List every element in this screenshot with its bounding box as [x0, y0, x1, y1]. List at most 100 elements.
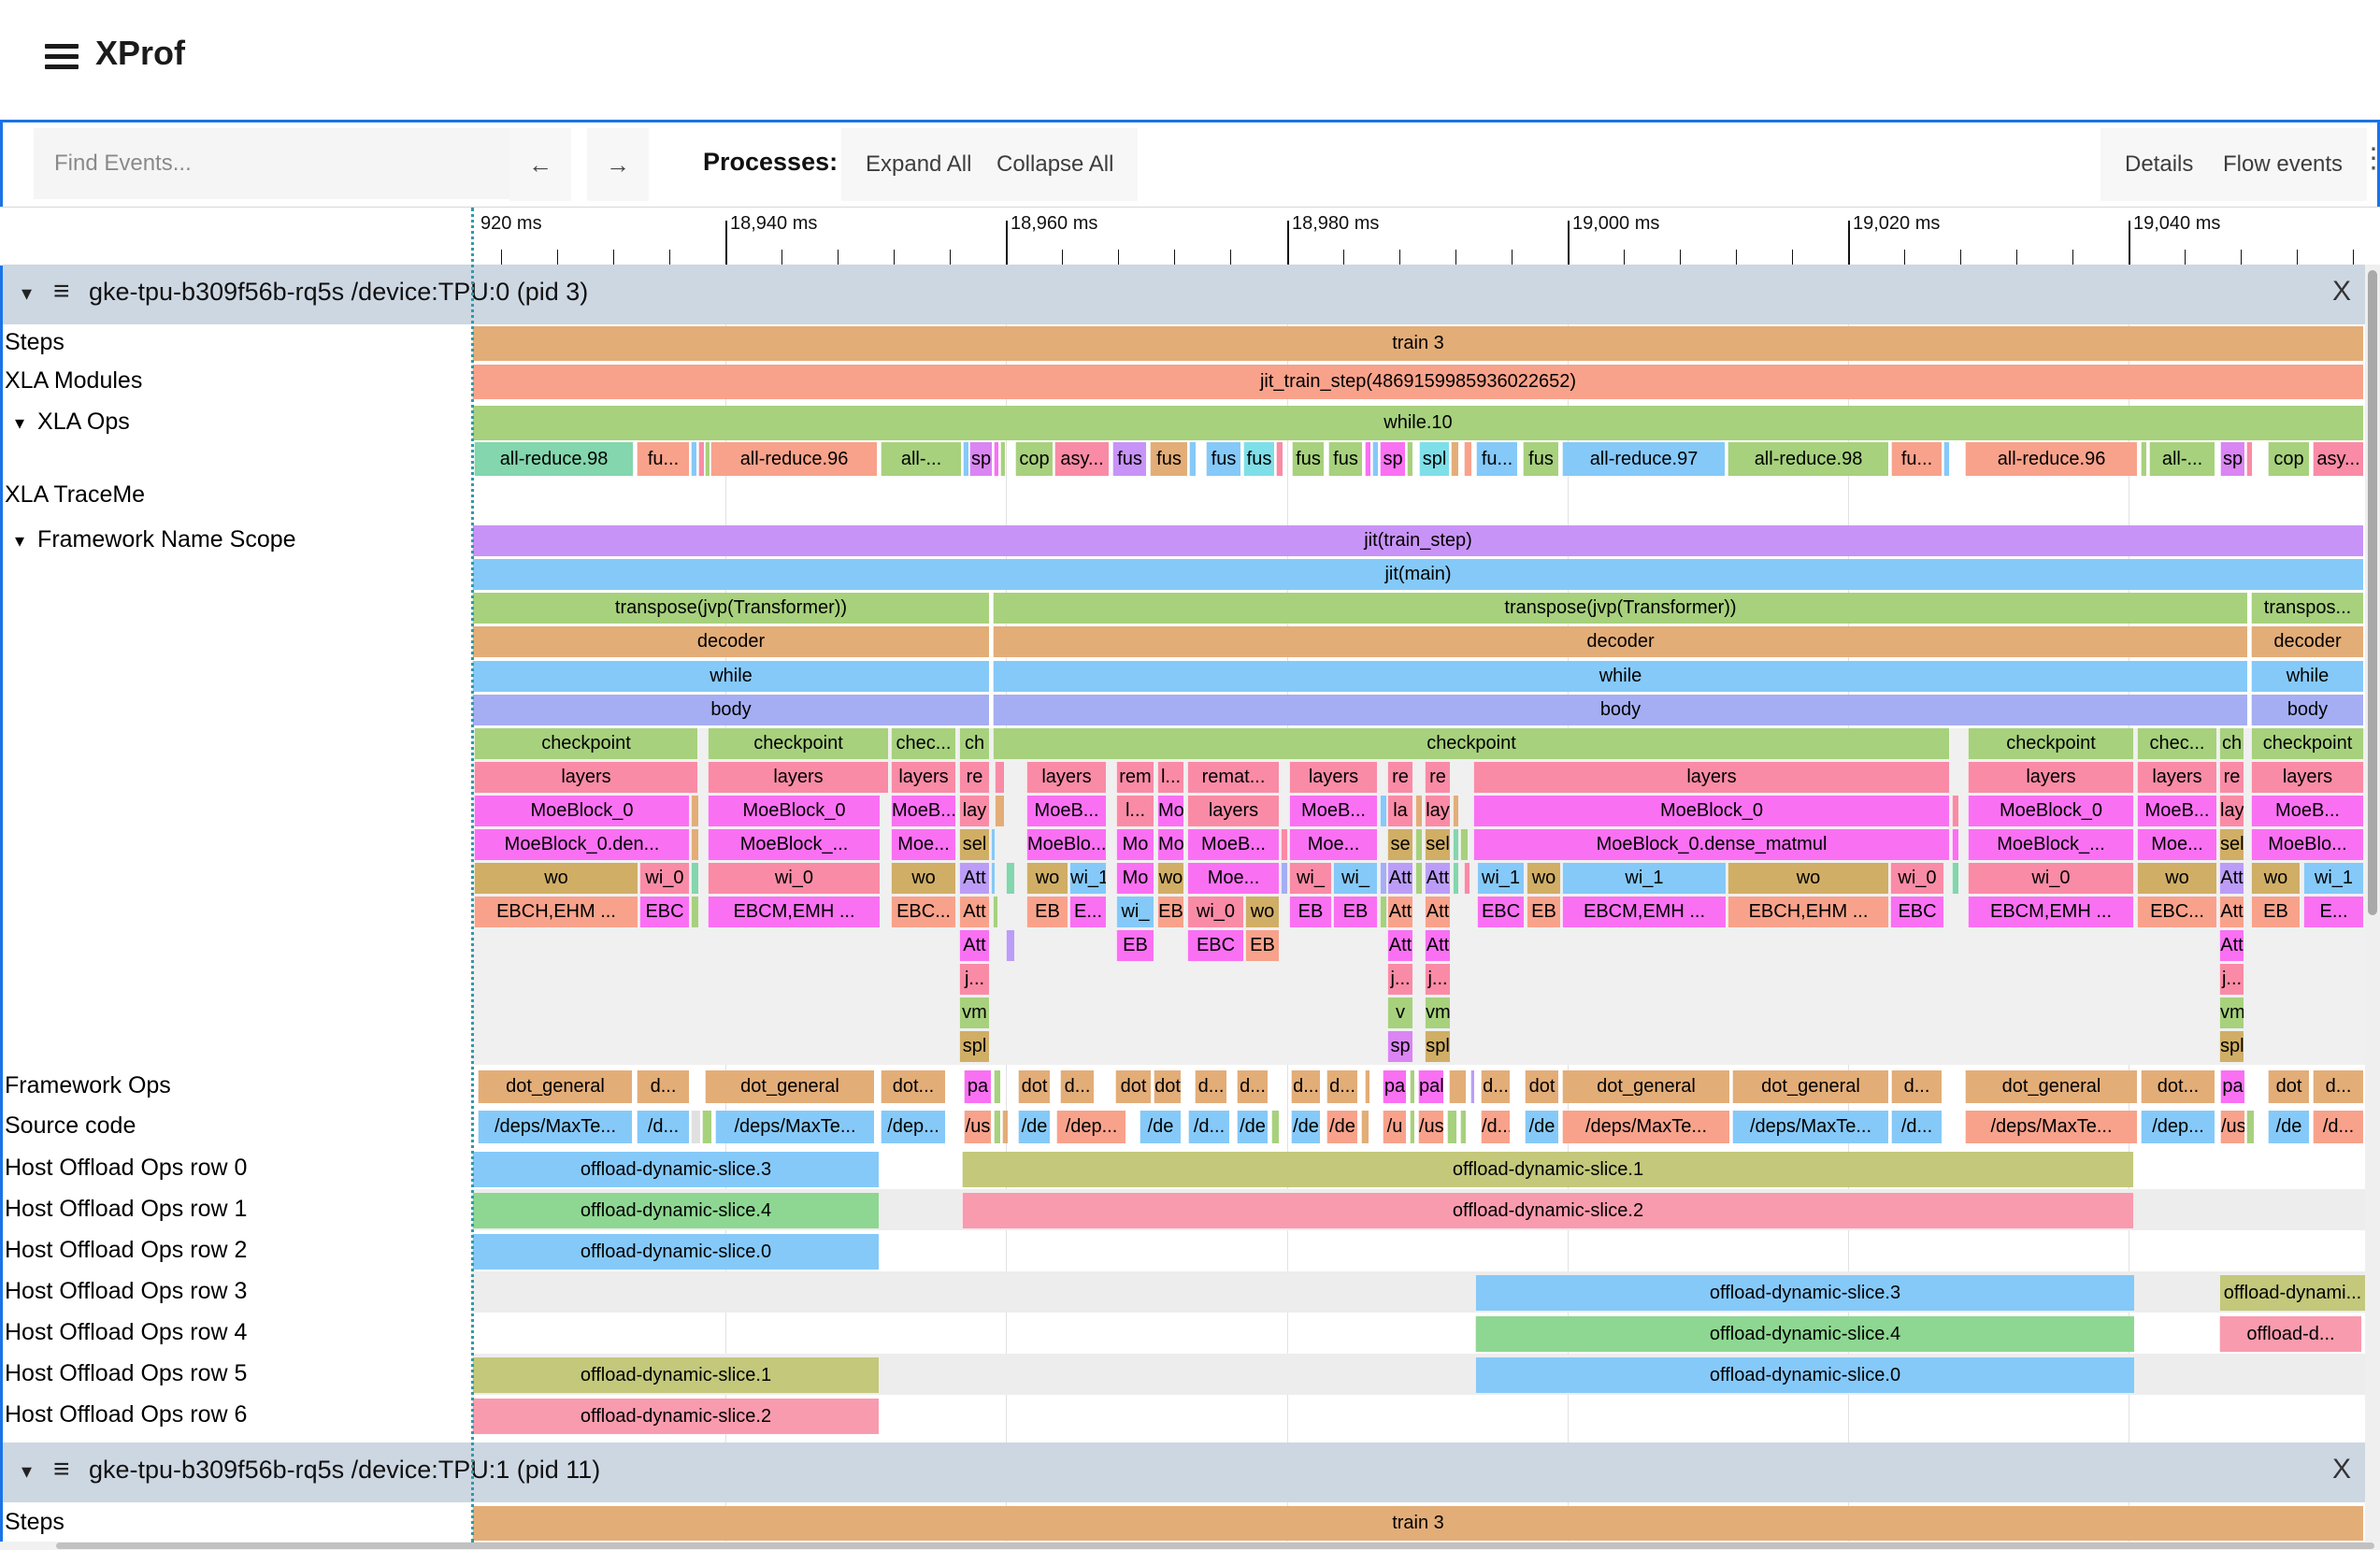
trace-event[interactable] [1276, 442, 1283, 476]
trace-event[interactable]: wo [1157, 863, 1183, 894]
trace-event[interactable]: transpose(jvp(Transformer)) [472, 593, 989, 624]
trace-event[interactable]: /deps/MaxTe... [478, 1111, 632, 1143]
trace-event[interactable]: EBC [1477, 897, 1524, 927]
trace-event[interactable] [994, 1070, 1000, 1103]
trace-event[interactable]: transpose(jvp(Transformer)) [993, 593, 2247, 624]
trace-event[interactable] [995, 762, 1004, 793]
trace-event[interactable] [994, 442, 998, 476]
trace-event[interactable]: offload-dynamic-slice.4 [472, 1193, 879, 1228]
collapse-all-button[interactable]: Collapse All [972, 128, 1138, 201]
trace-event[interactable]: ch [2219, 728, 2244, 759]
trace-event[interactable]: layers [1289, 762, 1377, 793]
collapse-arrow-icon[interactable]: ▾ [22, 1459, 32, 1484]
trace-event[interactable]: d... [2313, 1070, 2363, 1103]
trace-event[interactable]: wo [891, 863, 955, 894]
trace-event[interactable] [1006, 863, 1014, 894]
trace-event[interactable]: fus [1206, 442, 1240, 476]
trace-event[interactable]: EB [1116, 930, 1154, 961]
trace-event[interactable]: all-reduce.97 [1562, 442, 1725, 476]
trace-event[interactable]: checkpoint [1968, 728, 2133, 759]
trace-event[interactable]: l... [1157, 762, 1183, 793]
trace-event[interactable] [1361, 1111, 1369, 1143]
trace-event[interactable]: EB [1245, 930, 1279, 961]
trace-event[interactable] [1380, 863, 1386, 894]
trace-event[interactable]: MoeBlock_0 [1473, 796, 1949, 826]
trace-event[interactable]: Att [959, 930, 989, 961]
trace-event[interactable] [1453, 796, 1458, 826]
trace-event[interactable]: wi_ [1333, 863, 1377, 894]
trace-event[interactable]: all-... [881, 442, 961, 476]
row-label-expandable[interactable]: ▾XLA Ops [15, 409, 130, 436]
trace-event[interactable]: /dep... [1056, 1111, 1125, 1143]
trace-event[interactable]: d... [637, 1070, 689, 1103]
trace-event[interactable]: wi_1 [2303, 863, 2363, 894]
trace-event[interactable]: MoeBlock_... [1968, 829, 2133, 860]
trace-event[interactable]: EBC... [891, 897, 955, 927]
trace-event[interactable]: vm [959, 997, 989, 1028]
drag-handle-icon[interactable]: ≡ [53, 276, 70, 308]
trace-event[interactable]: re [1387, 762, 1412, 793]
trace-event[interactable]: Att [959, 863, 989, 894]
trace-event[interactable]: wo [474, 863, 638, 894]
trace-event[interactable] [995, 796, 1004, 826]
trace-event[interactable] [1464, 442, 1471, 476]
flow-events-button[interactable]: Flow events [2199, 128, 2367, 201]
trace-event[interactable]: /d... [1188, 1111, 1229, 1143]
trace-event[interactable]: pa [2220, 1070, 2244, 1103]
trace-event[interactable]: vm [1425, 997, 1450, 1028]
trace-event[interactable]: rem [1116, 762, 1154, 793]
trace-event[interactable]: re [2219, 762, 2244, 793]
trace-event[interactable]: /deps/MaxTe... [1732, 1111, 1888, 1143]
close-track-button[interactable]: X [2332, 276, 2351, 308]
trace-event[interactable]: asy... [1054, 442, 1109, 476]
trace-event[interactable]: layers [1968, 762, 2133, 793]
trace-event[interactable]: MoeB... [2251, 796, 2363, 826]
trace-event[interactable]: jit_train_step(4869159985936022652) [472, 365, 2363, 399]
trace-event[interactable]: while [993, 661, 2247, 692]
trace-event[interactable]: d... [1291, 1070, 1320, 1103]
trace-event[interactable]: wi_0 [708, 863, 880, 894]
trace-event[interactable]: j... [2219, 964, 2244, 995]
trace-event[interactable]: EB [1026, 897, 1068, 927]
menu-icon[interactable] [45, 44, 79, 70]
trace-event[interactable]: wi_0 [639, 863, 689, 894]
trace-event[interactable]: re [1425, 762, 1450, 793]
trace-event[interactable]: Att [1425, 897, 1450, 927]
trace-event[interactable]: EBC [1890, 897, 1943, 927]
trace-event[interactable]: layers [474, 762, 697, 793]
trace-event[interactable]: layers [1187, 796, 1279, 826]
trace-event[interactable]: se [1387, 829, 1412, 860]
trace-event[interactable]: offload-dynamic-slice.0 [1475, 1357, 2134, 1393]
time-ruler[interactable]: 920 ms18,940 ms18,960 ms18,980 ms19,000 … [0, 207, 2380, 266]
find-next-button[interactable]: → [587, 128, 649, 201]
trace-event[interactable]: spl [1419, 442, 1449, 476]
trace-event[interactable]: EBCM,EMH ... [1562, 897, 1726, 927]
trace-event[interactable]: offload-dynamic-slice.1 [962, 1152, 2133, 1187]
trace-event[interactable]: d... [1060, 1070, 1094, 1103]
trace-event[interactable]: ch [959, 728, 989, 759]
trace-event[interactable]: /deps/MaxTe... [1562, 1111, 1729, 1143]
trace-event[interactable]: Mo [1116, 863, 1154, 894]
trace-event[interactable]: MoeBlock_0 [1968, 796, 2133, 826]
trace-event[interactable] [1415, 863, 1422, 894]
trace-event[interactable] [1365, 1070, 1369, 1103]
trace-event[interactable] [691, 829, 698, 860]
trace-event[interactable]: /u [1383, 1111, 1406, 1143]
trace-event[interactable]: layers [891, 762, 955, 793]
trace-event[interactable]: Att [2219, 930, 2244, 961]
trace-event[interactable]: Att [1425, 930, 1450, 961]
trace-event[interactable]: offload-dynamic-slice.4 [1475, 1316, 2134, 1352]
trace-event[interactable] [702, 1111, 711, 1143]
trace-event[interactable]: dot [2268, 1070, 2309, 1103]
trace-event[interactable] [1410, 1070, 1414, 1103]
kebab-menu-icon[interactable]: ⋮ [2359, 142, 2380, 175]
trace-event[interactable]: MoeBlock_0.den... [474, 829, 689, 860]
trace-event[interactable] [691, 796, 698, 826]
trace-event[interactable]: fus [1523, 442, 1558, 476]
trace-event[interactable]: EBC [639, 897, 689, 927]
trace-event[interactable] [963, 442, 968, 476]
trace-event[interactable]: all-reduce.98 [1728, 442, 1888, 476]
trace-event[interactable]: decoder [2251, 626, 2363, 657]
trace-event[interactable] [1281, 863, 1287, 894]
trace-event[interactable]: MoeBlock_0 [474, 796, 689, 826]
